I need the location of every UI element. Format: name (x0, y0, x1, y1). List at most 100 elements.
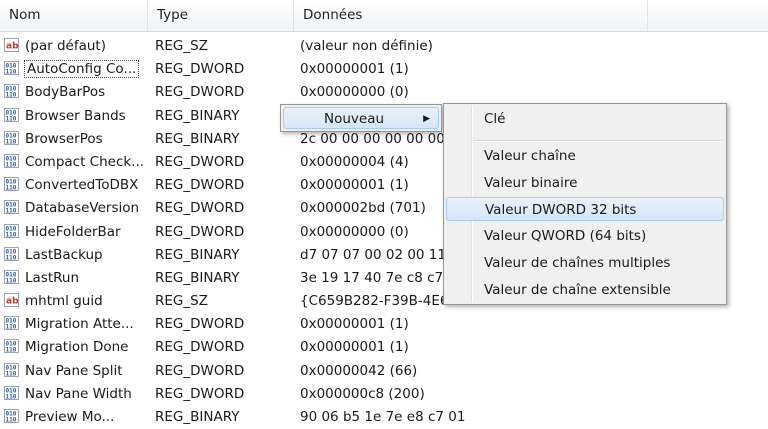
value-name: HideFolderBar (25, 223, 121, 240)
value-type: REG_DWORD (155, 84, 245, 101)
column-header-data[interactable]: Données (294, 0, 648, 31)
value-name: LastRun (25, 269, 80, 286)
table-row[interactable]: 010 110 AutoConfig Co... REG_DWORD 0x0000000… (0, 58, 768, 81)
submenu-item-label: Clé (484, 111, 506, 127)
table-row[interactable]: 010 110 BodyBarPos REG_DWORD 0x00000000 (0) (0, 81, 768, 104)
svg-text:110: 110 (6, 92, 17, 99)
value-name-cell: 010 110 Nav Pane Width (4, 383, 150, 406)
value-name: Migration Atte... (25, 316, 134, 333)
svg-text:110: 110 (6, 138, 17, 145)
value-name: mhtml guid (25, 293, 103, 310)
table-row[interactable]: 010 110 Preview Mo... REG_BINARY 90 06 b5 1e… (0, 406, 768, 429)
table-row[interactable]: ab (par défaut) REG_SZ (valeur non définie) (0, 35, 768, 58)
value-type: REG_DWORD (155, 362, 245, 379)
value-name-cell: 010 110 LastBackup (4, 244, 150, 267)
value-name: Compact Check... (25, 153, 145, 170)
svg-text:110: 110 (6, 231, 17, 238)
value-type: REG_BINARY (155, 269, 240, 286)
value-name-cell: ab (par défaut) (4, 35, 150, 58)
svg-text:ab: ab (6, 42, 19, 52)
table-row[interactable]: 010 110 Migration Atte... REG_DWORD 0x000000… (0, 313, 768, 336)
submenu-item[interactable]: Valeur QWORD (64 bits) (446, 224, 724, 248)
value-type: REG_SZ (155, 38, 208, 54)
value-type: REG_DWORD (155, 200, 245, 217)
binary-value-icon: 010 110 (4, 199, 19, 215)
svg-text:110: 110 (6, 185, 17, 192)
value-name-cell: 010 110 Migration Done (4, 336, 150, 359)
value-name-cell: 010 110 Browser Bands (4, 105, 150, 128)
menu-item-new[interactable]: Nouveau ▶ (283, 107, 439, 129)
binary-value-icon: 010 110 (4, 408, 19, 424)
svg-text:110: 110 (6, 324, 17, 331)
value-name: Nav Pane Width (25, 385, 132, 402)
binary-value-icon: 010 110 (4, 315, 19, 331)
binary-value-icon: 010 110 (4, 176, 19, 192)
svg-text:110: 110 (6, 370, 17, 377)
column-header: Nom Type Données (0, 0, 768, 32)
value-data: 0x00000001 (1) (300, 316, 409, 333)
string-value-icon: ab (4, 37, 19, 52)
submenu-item[interactable]: Valeur DWORD 32 bits (446, 197, 724, 221)
svg-text:110: 110 (6, 115, 17, 122)
value-data: 0x000000c8 (200) (300, 385, 425, 402)
value-name-cell: 010 110 Preview Mo... (4, 406, 150, 429)
value-name: Browser Bands (25, 107, 126, 124)
value-type: REG_DWORD (155, 153, 245, 170)
svg-text:110: 110 (6, 254, 17, 261)
table-row[interactable]: 010 110 Migration Done REG_DWORD 0x00000001 … (0, 336, 768, 359)
value-name-cell: 010 110 Nav Pane Split (4, 360, 150, 383)
value-type: REG_BINARY (155, 107, 240, 124)
svg-text:ab: ab (6, 297, 19, 307)
svg-text:110: 110 (6, 347, 17, 354)
svg-text:110: 110 (6, 417, 17, 424)
binary-value-icon: 010 110 (4, 83, 19, 99)
value-name-cell: 010 110 LastRun (4, 267, 150, 290)
binary-value-icon: 010 110 (4, 107, 19, 122)
value-name-cell: 010 110 Migration Atte... (4, 313, 150, 336)
value-type: REG_DWORD (155, 223, 245, 240)
table-row[interactable]: 010 110 Nav Pane Split REG_DWORD 0x00000042 … (0, 360, 768, 383)
svg-text:110: 110 (6, 393, 17, 400)
value-name-cell: 010 110 BodyBarPos (4, 81, 150, 104)
svg-text:110: 110 (6, 161, 17, 168)
submenu-item[interactable]: Valeur de chaînes multiples (446, 251, 724, 275)
column-header-type[interactable]: Type (148, 0, 294, 31)
binary-value-icon: 010 110 (4, 153, 19, 168)
submenu-item[interactable]: Clé (446, 107, 724, 131)
binary-value-icon: 010 110 (4, 130, 19, 145)
submenu-item-label: Valeur chaîne (484, 148, 576, 164)
svg-text:110: 110 (6, 69, 17, 76)
value-name-cell: ab mhtml guid (4, 290, 150, 313)
svg-text:110: 110 (6, 277, 17, 284)
value-name-cell: 010 110 HideFolderBar (4, 221, 150, 244)
binary-value-icon: 010 110 (4, 269, 19, 284)
binary-value-icon: 010 110 (4, 385, 19, 400)
value-data: 0x00000001 (1) (300, 339, 409, 356)
value-name: Preview Mo... (25, 409, 115, 425)
value-data: 0x00000000 (0) (300, 84, 409, 101)
value-name: BodyBarPos (25, 84, 106, 101)
value-type: REG_BINARY (155, 409, 240, 425)
menu-item-new-label: Nouveau (324, 111, 385, 127)
value-name-cell: 010 110 DatabaseVersion (4, 197, 150, 220)
column-header-name[interactable]: Nom (0, 0, 148, 31)
value-type: REG_DWORD (155, 316, 245, 333)
value-data: 90 06 b5 1e 7e e8 c7 01 (300, 409, 466, 425)
value-name: ConvertedToDBX (25, 177, 139, 194)
string-value-icon: ab (4, 292, 19, 308)
table-row[interactable]: 010 110 Nav Pane Width REG_DWORD 0x000000c8 … (0, 383, 768, 406)
value-name: AutoConfig Co... (23, 60, 140, 79)
value-data: 0x00000001 (1) (300, 61, 409, 78)
value-name: DatabaseVersion (25, 200, 140, 217)
value-name: BrowserPos (25, 130, 103, 147)
new-submenu: Clé Valeur chaîne Valeur binaire Valeur DWO… (443, 103, 727, 305)
value-name: LastBackup (25, 246, 103, 263)
value-type: REG_SZ (155, 293, 208, 310)
value-name: Migration Done (25, 339, 129, 356)
binary-value-icon: 010 110 (4, 223, 19, 238)
value-type: REG_DWORD (155, 385, 245, 402)
submenu-item[interactable]: Valeur binaire (446, 171, 724, 195)
submenu-item[interactable]: Valeur chaîne (446, 144, 724, 168)
submenu-arrow-icon: ▶ (423, 114, 430, 124)
submenu-item[interactable]: Valeur de chaîne extensible (446, 278, 724, 302)
